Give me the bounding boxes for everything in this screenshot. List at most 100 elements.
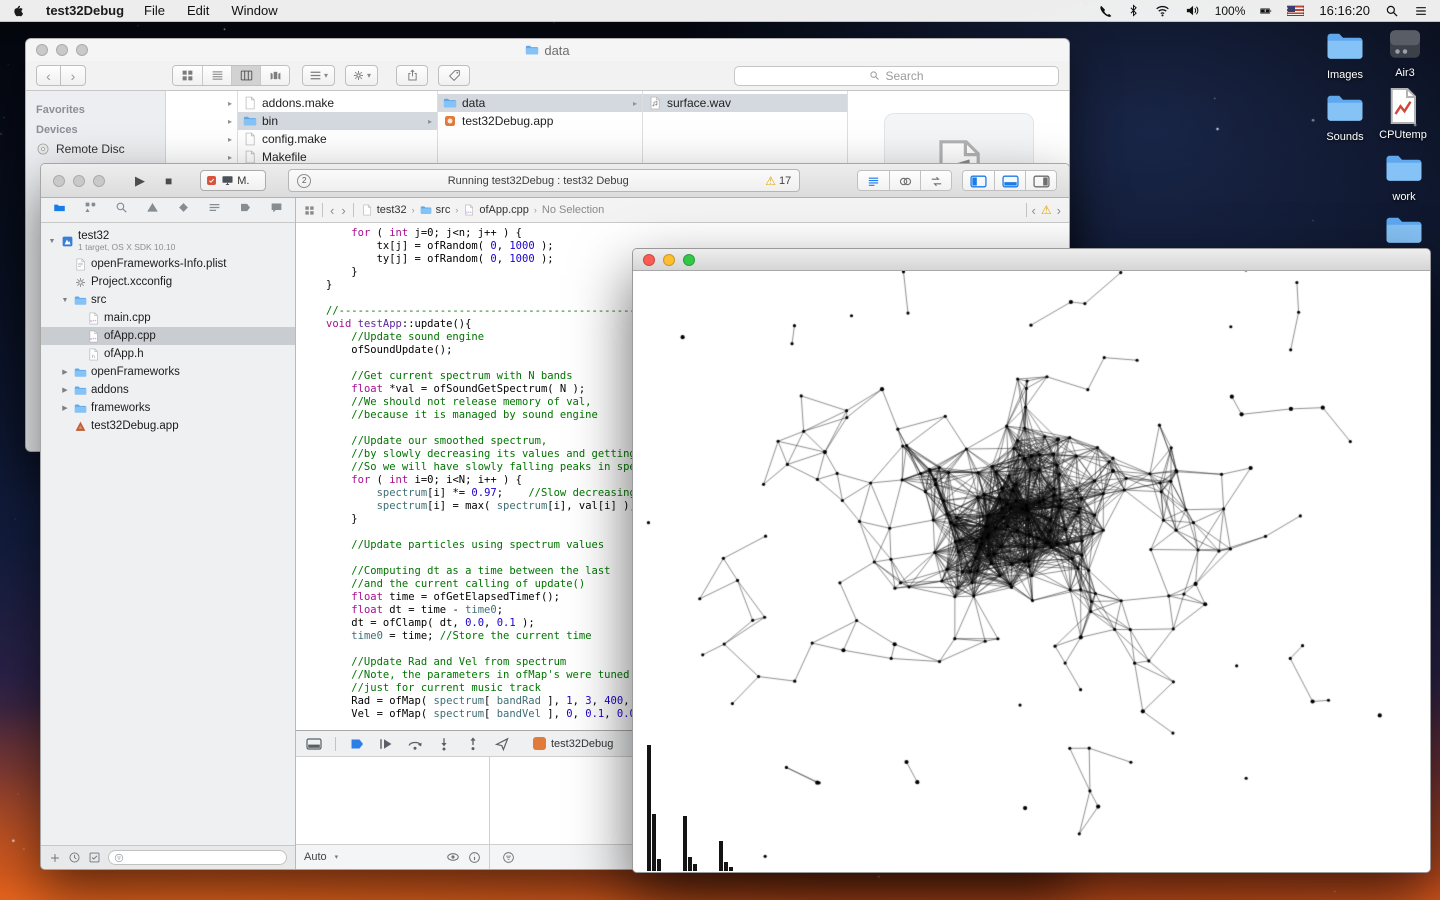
desktop-icon-cputemp[interactable]: CPUtemp [1370,86,1436,141]
close-button[interactable] [643,254,655,266]
variables-view[interactable] [296,757,490,844]
navigator-item-src[interactable]: ▼src [41,291,295,309]
stop-button[interactable]: ■ [165,174,172,188]
editor-forward-button[interactable]: › [341,203,345,218]
tags-button[interactable] [438,65,470,86]
editor-back-button[interactable]: ‹ [330,203,334,218]
navigator-item-project-xcconfig[interactable]: Project.xcconfig [41,273,295,291]
zoom-button[interactable] [76,44,88,56]
back-button[interactable]: ‹ [36,65,61,86]
xcode-toolbar[interactable]: ▶ ■ M. 2 Running test32Debug : test32 De… [41,164,1069,198]
column-view[interactable] [231,66,260,85]
navigator-tab-breakpoint[interactable] [239,201,252,219]
sidebar-item-remote-disc[interactable]: Remote Disc [26,139,165,159]
zoom-button[interactable] [93,175,105,187]
next-issue-button[interactable]: › [1057,203,1061,218]
app-titlebar[interactable] [633,249,1430,271]
step-over-button[interactable] [407,736,423,752]
finder-item-item[interactable]: ▸ [166,94,237,112]
finder-item-surface-wav[interactable]: surface.wav [643,94,847,112]
zoom-button[interactable] [683,254,695,266]
minimize-button[interactable] [73,175,85,187]
disclosure-triangle[interactable]: ▶ [60,368,70,376]
breadcrumb-item-test32[interactable]: test32 [361,204,407,216]
continue-button[interactable] [378,736,394,752]
console-filter-icon[interactable] [502,851,515,864]
info-icon[interactable] [468,851,481,864]
warning-count[interactable]: ⚠ 17 [765,175,791,187]
desktop-icon-air3[interactable]: Air3 [1372,24,1438,79]
close-button[interactable] [36,44,48,56]
navigator-item-openframeworks[interactable]: ▶openFrameworks [41,363,295,381]
wifi-icon[interactable] [1155,3,1170,18]
add-button[interactable] [49,852,61,864]
navigator-toggle[interactable] [963,171,994,191]
navigator-tab-symbol[interactable] [84,201,97,219]
finder-item-bin[interactable]: bin▸ [238,112,437,130]
disclosure-triangle[interactable]: ▶ [60,386,70,394]
finder-item-config-make[interactable]: config.make [238,130,437,148]
minimize-button[interactable] [56,44,68,56]
navigator-item-ofapp-h[interactable]: hofApp.h [41,345,295,363]
menu-edit[interactable]: Edit [187,3,209,18]
navigator-item-frameworks[interactable]: ▶frameworks [41,399,295,417]
navigator-item-ofapp-cpp[interactable]: c++ofApp.cpp [41,327,295,345]
menu-window[interactable]: Window [231,3,277,18]
step-out-button[interactable] [465,736,481,752]
menu-clock[interactable]: 16:16:20 [1319,3,1370,18]
navigator-filter-field[interactable] [108,850,287,865]
navigator-tab-issue[interactable] [146,201,159,219]
navigator-item-addons[interactable]: ▶addons [41,381,295,399]
apple-menu-icon[interactable] [12,4,26,18]
hide-debug-area-button[interactable] [306,738,322,750]
notification-center-icon[interactable] [1414,4,1428,18]
desktop-icon-images[interactable]: Images [1312,26,1378,81]
disclosure-triangle[interactable]: ▶ [60,404,70,412]
minimize-button[interactable] [663,254,675,266]
utilities-toggle[interactable] [1025,171,1056,191]
volume-icon[interactable] [1185,3,1200,18]
finder-item-item[interactable]: ▸ [166,112,237,130]
project-navigator[interactable]: ▼test321 target, OS X SDK 10.10openFrame… [41,223,295,845]
version-editor-button[interactable] [920,171,951,191]
disclosure-triangle[interactable]: ▼ [47,238,57,245]
navigator-tab-project[interactable] [53,201,66,219]
breadcrumb-item-ofapp-cpp[interactable]: c++ofApp.cpp [463,204,529,216]
navigator-tab-debug[interactable] [208,201,221,219]
finder-titlebar[interactable]: data [26,39,1069,61]
phone-icon[interactable] [1098,4,1112,18]
arrange-button[interactable]: ▾ [302,65,335,86]
navigator-tab-find[interactable] [115,201,128,219]
run-button[interactable]: ▶ [135,173,145,189]
desktop-icon-sounds[interactable]: Sounds [1312,88,1378,143]
navigator-item-main-cpp[interactable]: c++main.cpp [41,309,295,327]
menu-file[interactable]: File [144,3,165,18]
standard-editor-button[interactable] [858,171,889,191]
icon-view[interactable] [173,66,202,85]
battery-icon[interactable] [1260,8,1272,14]
step-into-button[interactable] [436,736,452,752]
finder-item-test32debug-app[interactable]: test32Debug.app [438,112,642,130]
debug-area-toggle[interactable] [994,171,1025,191]
active-app-menu[interactable]: test32Debug [46,3,124,18]
related-items-icon[interactable] [304,205,315,216]
navigator-item-test32[interactable]: ▼test321 target, OS X SDK 10.10 [41,227,295,255]
quicklook-eye-icon[interactable] [446,850,460,864]
assistant-editor-button[interactable] [889,171,920,191]
action-button[interactable]: ▾ [345,65,378,86]
bluetooth-icon[interactable] [1127,4,1140,17]
coverflow-view[interactable] [260,66,289,85]
search-field[interactable]: Search [734,66,1059,86]
list-view[interactable] [202,66,231,85]
desktop-icon-item[interactable] [1371,210,1437,253]
spotlight-icon[interactable] [1385,4,1399,18]
finder-item-addons-make[interactable]: addons.make [238,94,437,112]
finder-item-data[interactable]: data▸ [438,94,642,112]
breakpoint-activate-button[interactable] [349,736,365,752]
breadcrumb-item-src[interactable]: src [420,204,451,216]
breadcrumb-item-no-selection[interactable]: No Selection [542,204,604,216]
navigator-item-test32debug-app[interactable]: test32Debug.app [41,417,295,435]
close-button[interactable] [53,175,65,187]
desktop-icon-work[interactable]: work [1371,148,1437,203]
navigator-tab-test[interactable] [177,201,190,219]
